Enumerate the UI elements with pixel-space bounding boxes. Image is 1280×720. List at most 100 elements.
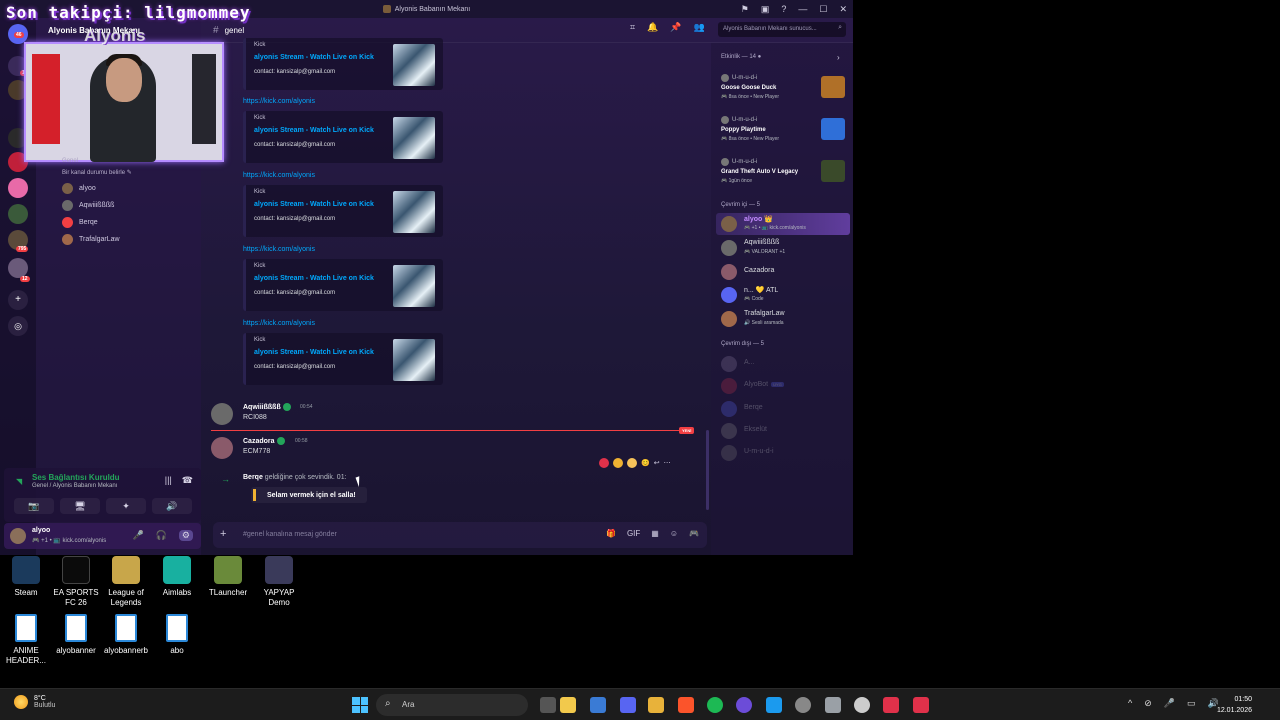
desktop-icon[interactable]: EA SPORTS FC 26 bbox=[50, 556, 102, 608]
server-icon[interactable] bbox=[8, 258, 28, 278]
activity-card[interactable]: U-m-u-d-i Goose Goose Duck 🎮 8sa önce • … bbox=[721, 74, 851, 114]
discover-icon[interactable]: ◎ bbox=[8, 316, 28, 336]
member-item[interactable]: TrafalgarLaw 🔊 Sesli aramada bbox=[721, 309, 851, 329]
desktop-icon[interactable]: TLauncher bbox=[202, 556, 254, 598]
member-item[interactable]: Berqe bbox=[721, 399, 851, 419]
member-item[interactable]: U-m-u-d-i bbox=[721, 443, 851, 463]
message-link[interactable]: https://kick.com/alyonis bbox=[243, 98, 315, 105]
calculator-icon[interactable] bbox=[825, 697, 841, 713]
embed-thumbnail[interactable] bbox=[393, 191, 435, 233]
message-composer[interactable]: + #genel kanalına mesaj gönder 🎁 GIF ▦ ☺… bbox=[213, 522, 707, 548]
brave-icon[interactable] bbox=[678, 697, 694, 713]
member-item[interactable]: A... bbox=[721, 354, 851, 374]
members-icon[interactable]: 👥 bbox=[694, 22, 705, 33]
app-icon[interactable] bbox=[795, 697, 811, 713]
discord-icon[interactable] bbox=[620, 697, 636, 713]
gif-icon[interactable]: GIF bbox=[627, 529, 640, 538]
mic-icon[interactable]: 🎤 bbox=[132, 530, 143, 541]
desktop-icon[interactable]: Steam bbox=[0, 556, 52, 598]
member-item[interactable]: Cazadora bbox=[721, 262, 851, 282]
task-view-icon[interactable] bbox=[540, 697, 556, 713]
voice-status-title[interactable]: Ses Bağlantısı Kuruldu bbox=[32, 473, 120, 482]
desktop-icon[interactable]: alyobannerb bbox=[100, 614, 152, 656]
chevron-right-icon[interactable]: › bbox=[837, 53, 840, 62]
message-author[interactable]: Aqwiiißßßß bbox=[243, 403, 291, 411]
inbox-icon[interactable]: ⚑ bbox=[741, 4, 749, 15]
username[interactable]: alyoo bbox=[32, 527, 50, 534]
desktop-icon[interactable]: alyobanner bbox=[50, 614, 102, 656]
embed-title[interactable]: alyonis Stream - Watch Live on Kick bbox=[254, 201, 374, 208]
member-item[interactable]: AlyoBot UYG bbox=[721, 376, 851, 396]
gear-icon[interactable]: ⚙ bbox=[178, 530, 193, 541]
disconnect-icon[interactable]: ☎ bbox=[182, 475, 193, 486]
threads-icon[interactable]: ⌗ bbox=[630, 22, 635, 33]
system-message-author[interactable]: Berqe bbox=[243, 474, 263, 481]
embed-title[interactable]: alyonis Stream - Watch Live on Kick bbox=[254, 275, 374, 282]
reaction-emoji[interactable] bbox=[599, 458, 609, 468]
embed-title[interactable]: alyonis Stream - Watch Live on Kick bbox=[254, 349, 374, 356]
avatar[interactable] bbox=[211, 403, 233, 425]
camera-button[interactable]: 📷 bbox=[14, 498, 54, 514]
weather-widget[interactable]: 8°C Bulutlu bbox=[14, 695, 55, 709]
activity-title[interactable]: Etkinlik — 14 ● bbox=[721, 54, 761, 60]
desktop-icon[interactable]: League of Legends bbox=[100, 556, 152, 608]
voice-member[interactable]: Aqwiiißßßß bbox=[62, 199, 114, 211]
settings-icon[interactable] bbox=[854, 697, 870, 713]
member-item[interactable]: Aqwiiißßßß 🎮 VALORANT +1 bbox=[721, 238, 851, 258]
embed-title[interactable]: alyonis Stream - Watch Live on Kick bbox=[254, 54, 374, 61]
minimize-button[interactable]: — bbox=[798, 4, 807, 14]
activities-button[interactable]: ✦ bbox=[106, 498, 146, 514]
add-reaction-icon[interactable]: 😊 bbox=[641, 459, 650, 467]
screen-share-button[interactable]: 🖥 bbox=[60, 498, 100, 514]
soundboard-button[interactable]: 🔊 bbox=[152, 498, 192, 514]
bell-icon[interactable]: 🔔 bbox=[647, 22, 658, 33]
gift-icon[interactable]: 🎁 bbox=[606, 529, 616, 538]
scrollbar[interactable] bbox=[706, 430, 709, 510]
noise-icon[interactable]: ||| bbox=[165, 475, 172, 486]
server-icon[interactable] bbox=[8, 178, 28, 198]
message-author[interactable]: Cazadora bbox=[243, 437, 285, 445]
store-icon[interactable] bbox=[590, 697, 606, 713]
member-item[interactable]: Ekselüt bbox=[721, 421, 851, 441]
apps-icon[interactable]: 🎮 bbox=[689, 529, 699, 538]
headphones-icon[interactable]: 🎧 bbox=[156, 530, 167, 541]
activity-card[interactable]: U-m-u-d-i Poppy Playtime 🎮 8sa önce • Ne… bbox=[721, 116, 851, 156]
desktop-icon[interactable]: abo bbox=[151, 614, 203, 656]
voice-member[interactable]: TrafalgarLaw bbox=[62, 233, 120, 245]
clock[interactable]: 01:50 12.01.2026 bbox=[1217, 694, 1252, 716]
add-server-icon[interactable]: + bbox=[8, 290, 28, 310]
pin-icon[interactable]: 📌 bbox=[670, 22, 681, 33]
sticker-icon[interactable]: ▦ bbox=[651, 529, 659, 538]
reaction-emoji[interactable] bbox=[613, 458, 623, 468]
close-button[interactable]: ✕ bbox=[839, 4, 847, 15]
member-item[interactable]: alyoo 👑 🎮 +1 • 📺 kick.com/alyonis bbox=[721, 214, 851, 234]
spotify-icon[interactable] bbox=[707, 697, 723, 713]
avatar[interactable] bbox=[211, 437, 233, 459]
reaction-emoji[interactable] bbox=[627, 458, 637, 468]
server-icon[interactable] bbox=[8, 204, 28, 224]
desktop-icon[interactable]: YAPYAP Demo bbox=[253, 556, 305, 608]
app-icon[interactable] bbox=[883, 697, 899, 713]
desktop-icon[interactable]: Aimlabs bbox=[151, 556, 203, 598]
embed-thumbnail[interactable] bbox=[393, 117, 435, 159]
embed-title[interactable]: alyonis Stream - Watch Live on Kick bbox=[254, 127, 374, 134]
search-input[interactable]: Alyonis Babanın Mekanı sunucus... ⌕ bbox=[718, 22, 846, 37]
desktop-icon[interactable]: ANIME HEADER... bbox=[0, 614, 52, 666]
app-icon[interactable] bbox=[913, 697, 929, 713]
wave-button[interactable]: Selam vermek için el salla! bbox=[251, 487, 367, 503]
taskbar-search[interactable]: ⌕ Ara bbox=[376, 694, 528, 716]
add-attachment-icon[interactable]: + bbox=[220, 528, 226, 540]
message-link[interactable]: https://kick.com/alyonis bbox=[243, 246, 315, 253]
app-icon[interactable] bbox=[648, 697, 664, 713]
maximize-button[interactable]: ☐ bbox=[819, 4, 827, 15]
message-link[interactable]: https://kick.com/alyonis bbox=[243, 320, 315, 327]
embed-thumbnail[interactable] bbox=[393, 339, 435, 381]
app-tray-icon[interactable]: ⊘ bbox=[1144, 698, 1152, 709]
network-icon[interactable]: ▭ bbox=[1187, 698, 1196, 709]
voice-status-subtitle[interactable]: Genel / Alyonis Babanın Mekanı bbox=[32, 483, 117, 489]
member-item[interactable]: n... 💛 ATL 🎮 Code bbox=[721, 285, 851, 305]
help-icon[interactable]: ? bbox=[781, 4, 786, 14]
obs-icon[interactable] bbox=[736, 697, 752, 713]
voice-channel-status[interactable]: Bir kanal durumu belirle ✎ bbox=[62, 169, 132, 176]
emoji-icon[interactable]: ☺ bbox=[670, 529, 678, 538]
